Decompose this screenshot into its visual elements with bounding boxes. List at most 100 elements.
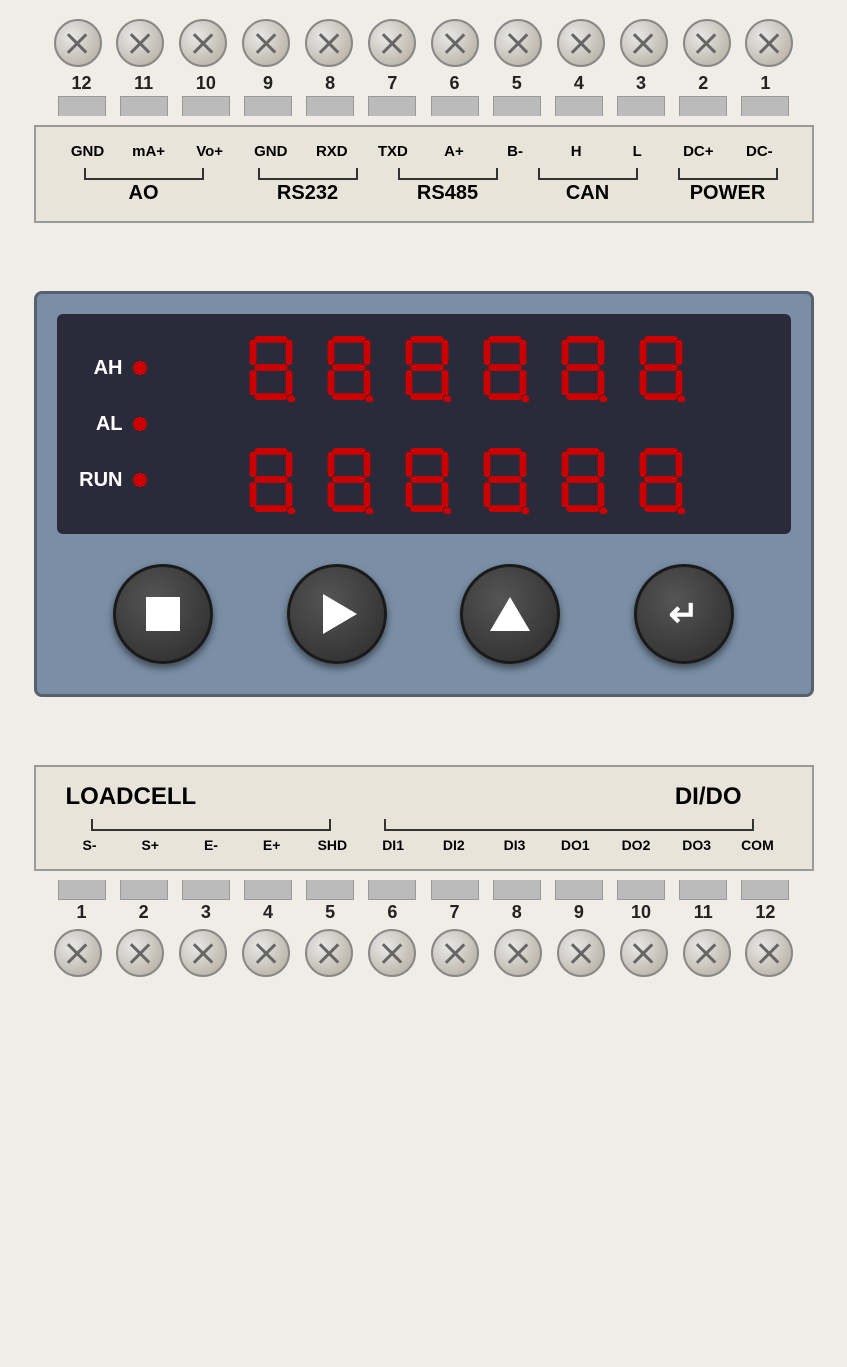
- pin-com: COM: [731, 837, 783, 853]
- screw-6: [431, 19, 479, 67]
- bot-screw-12: [745, 929, 793, 977]
- bot-screw-1: [54, 929, 102, 977]
- bot-screw-3: [179, 929, 227, 977]
- up-arrow-icon: [490, 597, 530, 631]
- seg-ah-6: [625, 334, 697, 402]
- pin-shd: SHD: [306, 837, 358, 853]
- stop-button[interactable]: [113, 564, 213, 664]
- seg-group-run: [157, 446, 775, 514]
- top-num-8: 8: [306, 73, 354, 94]
- play-icon: [323, 594, 357, 634]
- display-row-ah: AH: [73, 334, 775, 402]
- bot-num-10: 10: [617, 902, 665, 923]
- seg-ah-3: [391, 334, 463, 402]
- enter-button[interactable]: ↵: [634, 564, 734, 664]
- dot-run: [133, 473, 147, 487]
- top-num-5: 5: [493, 73, 541, 94]
- bot-screw-2: [116, 929, 164, 977]
- seg-run-2: [313, 446, 385, 514]
- pin-di2: DI2: [428, 837, 480, 853]
- pin-label-aplus: A+: [428, 143, 480, 160]
- bot-num-1: 1: [58, 902, 106, 923]
- group-label-rs232: RS232: [277, 182, 338, 205]
- bot-num-7: 7: [431, 902, 479, 923]
- stop-icon: [146, 597, 180, 631]
- dot-al: [133, 417, 147, 431]
- up-button[interactable]: [460, 564, 560, 664]
- display-section: AH: [57, 314, 791, 534]
- screw-12: [54, 19, 102, 67]
- seg-run-5: [547, 446, 619, 514]
- top-num-10: 10: [182, 73, 230, 94]
- pin-do2: DO2: [610, 837, 662, 853]
- bot-screw-8: [494, 929, 542, 977]
- gap-bottom: [34, 701, 814, 761]
- bot-num-5: 5: [306, 902, 354, 923]
- pin-eminus: E-: [185, 837, 237, 853]
- top-num-12: 12: [58, 73, 106, 94]
- screw-3: [620, 19, 668, 67]
- bot-num-8: 8: [493, 902, 541, 923]
- bot-num-3: 3: [182, 902, 230, 923]
- dido-title: DI/DO: [675, 783, 742, 811]
- pin-label-dcplus: DC+: [672, 143, 724, 160]
- screw-2: [683, 19, 731, 67]
- enter-icon: ↵: [669, 593, 699, 635]
- pin-do1: DO1: [549, 837, 601, 853]
- pin-label-h: H: [550, 143, 602, 160]
- seg-run-1: [235, 446, 307, 514]
- device-panel: AH: [34, 291, 814, 697]
- bottom-label-panel: LOADCELL DI/DO S- S+ E- E+ SHD DI1 DI2 D…: [34, 765, 814, 871]
- pin-label-txd: TXD: [367, 143, 419, 160]
- bot-screw-7: [431, 929, 479, 977]
- seg-ah-4: [469, 334, 541, 402]
- bot-num-9: 9: [555, 902, 603, 923]
- pin-label-ma: mA+: [123, 143, 175, 160]
- screw-7: [368, 19, 416, 67]
- pin-label-rxd: RXD: [306, 143, 358, 160]
- play-button[interactable]: [287, 564, 387, 664]
- top-label-panel: GND mA+ Vo+ GND RXD TXD A+ B- H L DC+ DC…: [34, 125, 814, 223]
- main-container: 12 11 10 9 8 7 6 5 4 3 2 1: [14, 10, 834, 986]
- bottom-screw-row: [44, 925, 804, 981]
- pin-di3: DI3: [489, 837, 541, 853]
- top-num-6: 6: [431, 73, 479, 94]
- pin-label-dcminus: DC-: [733, 143, 785, 160]
- pin-label-gnd2: GND: [245, 143, 297, 160]
- top-num-7: 7: [368, 73, 416, 94]
- bot-screw-5: [305, 929, 353, 977]
- screw-11: [116, 19, 164, 67]
- pin-sminus: S-: [64, 837, 116, 853]
- bottom-terminal-block: 1 2 3 4 5 6 7 8 9 10 11 12: [44, 875, 804, 986]
- bot-screw-6: [368, 929, 416, 977]
- top-terminal-numbers: 12 11 10 9 8 7 6 5 4 3 2 1: [44, 71, 804, 96]
- seg-run-3: [391, 446, 463, 514]
- group-label-power: POWER: [690, 182, 766, 205]
- bottom-terminal-numbers: 1 2 3 4 5 6 7 8 9 10 11 12: [44, 900, 804, 925]
- top-screw-row: [44, 15, 804, 71]
- top-num-3: 3: [617, 73, 665, 94]
- pin-label-gnd1: GND: [62, 143, 114, 160]
- screw-5: [494, 19, 542, 67]
- screw-9: [242, 19, 290, 67]
- top-terminal-block: 12 11 10 9 8 7 6 5 4 3 2 1: [44, 10, 804, 121]
- display-row-run: RUN: [73, 446, 775, 514]
- seg-ah-2: [313, 334, 385, 402]
- bot-num-4: 4: [244, 902, 292, 923]
- label-run: RUN: [73, 469, 123, 492]
- screw-1: [745, 19, 793, 67]
- label-ah: AH: [73, 357, 123, 380]
- group-label-rs485: RS485: [417, 182, 478, 205]
- screw-10: [179, 19, 227, 67]
- pin-splus: S+: [124, 837, 176, 853]
- bot-num-12: 12: [741, 902, 789, 923]
- top-num-11: 11: [120, 73, 168, 94]
- screw-8: [305, 19, 353, 67]
- group-label-ao: AO: [129, 182, 159, 205]
- seg-ah-1: [235, 334, 307, 402]
- bot-screw-9: [557, 929, 605, 977]
- pin-do3: DO3: [671, 837, 723, 853]
- screw-4: [557, 19, 605, 67]
- buttons-section: ↵: [57, 554, 791, 674]
- bot-screw-11: [683, 929, 731, 977]
